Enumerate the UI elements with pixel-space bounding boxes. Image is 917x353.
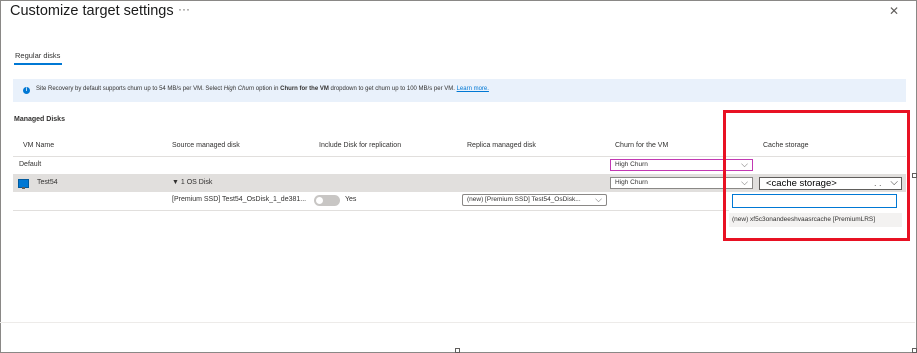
default-churn-value: High Churn [615,161,648,168]
replica-disk-select[interactable]: (new) [Premium SSD] Test54_OsDisk... ⌵ [462,194,607,206]
row-divider [13,210,729,211]
close-icon[interactable]: ✕ [889,4,899,18]
resize-handle-right[interactable] [912,173,917,178]
dialog-title: Customize target settings [10,3,174,19]
info-icon: i [23,87,30,94]
info-text-bold: Churn for the VM [280,86,329,92]
tab-regular-disks[interactable]: Regular disks [15,51,60,60]
column-header-churn: Churn for the VM [615,142,669,149]
vm-name: Test54 [37,179,58,186]
info-text-emphasis: High Churn [223,86,255,92]
disk-group-toggle[interactable]: ▼ 1 OS Disk [172,179,212,186]
vm-churn-value: High Churn [615,179,648,186]
include-disk-value: Yes [345,196,357,203]
info-text-part2: option in [254,86,281,92]
info-text-part3: dropdown to get churn up to 100 MB/s per… [328,86,457,92]
toggle-knob [316,197,323,204]
resize-handle-corner[interactable] [912,348,917,353]
info-text-part1: Site Recovery by default supports churn … [36,86,224,92]
replica-disk-value: (new) [Premium SSD] Test54_OsDisk... [467,196,581,203]
info-text: Site Recovery by default supports churn … [36,86,489,92]
resize-handle-bottom[interactable] [455,348,460,353]
section-title: Managed Disks [14,116,65,123]
tab-selected-indicator [14,63,62,65]
footer-divider [0,322,915,323]
include-disk-toggle[interactable] [314,195,340,206]
info-banner: i Site Recovery by default supports chur… [13,79,906,102]
row-default-name: Default [19,161,42,168]
column-header-source-disk: Source managed disk [172,142,240,149]
more-options-icon[interactable]: ··· [178,2,190,16]
highlight-box [723,110,910,241]
chevron-down-icon: ⌵ [595,194,602,204]
column-header-vm-name: VM Name [23,142,55,149]
learn-more-link[interactable]: Learn more. [457,86,489,92]
column-header-include-disk: Include Disk for replication [319,142,402,149]
vm-icon [18,179,29,189]
column-header-replica-disk: Replica managed disk [467,142,536,149]
source-disk-name: [Premium SSD] Test54_OsDisk_1_de381... [172,196,307,203]
